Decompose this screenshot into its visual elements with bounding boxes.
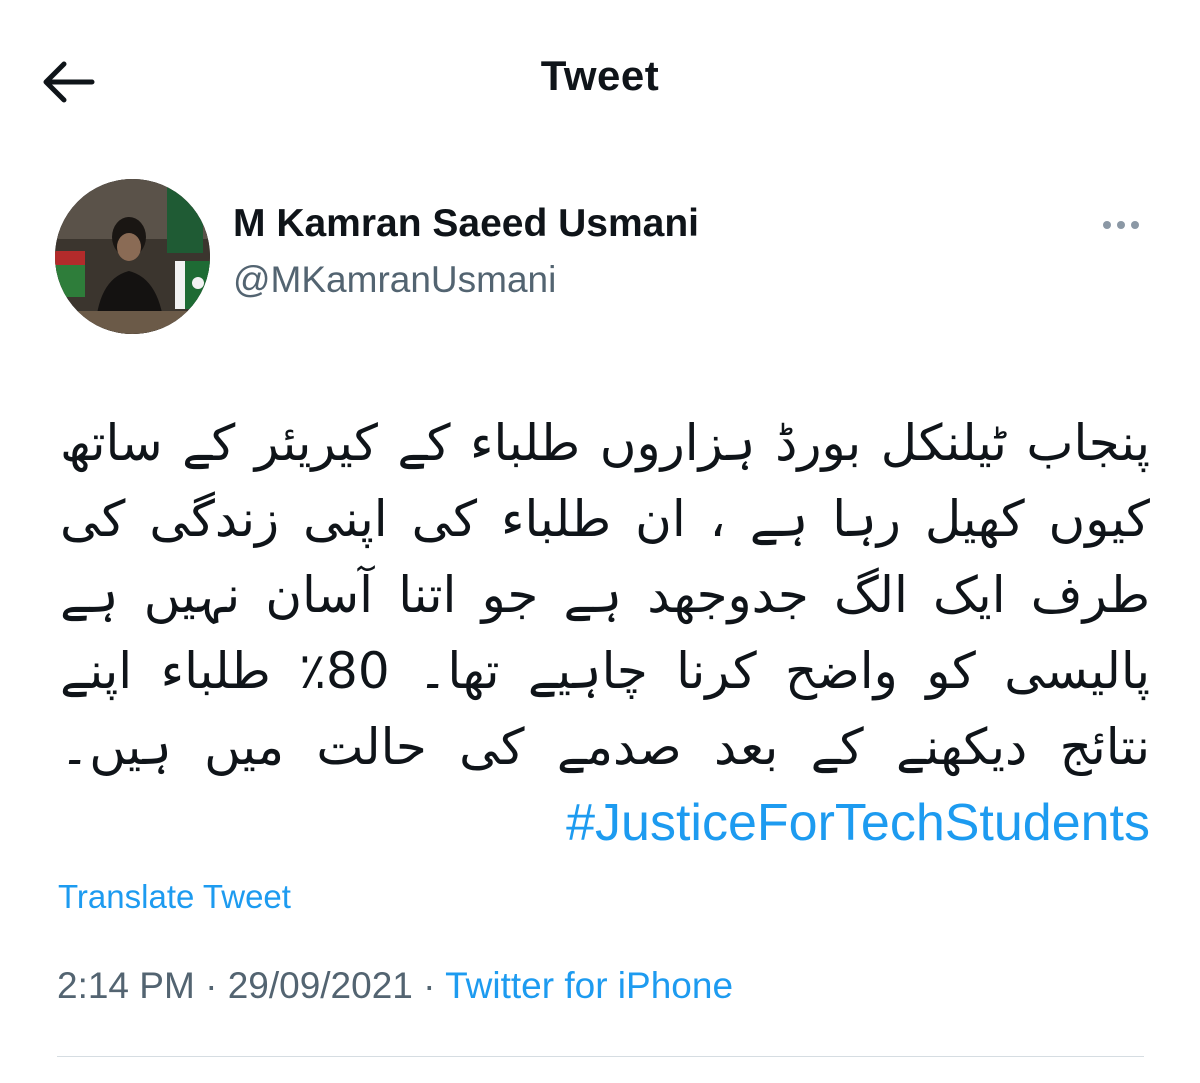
divider — [57, 1056, 1144, 1057]
hashtag-link[interactable]: #JusticeForTechStudents — [566, 794, 1150, 852]
more-dot-icon — [1117, 221, 1125, 229]
tweet-text: پنجاب ٹیلنکل بورڈ ہزاروں طلباء کے کیریئر… — [60, 405, 1150, 861]
translate-tweet-link[interactable]: Translate Tweet — [58, 878, 291, 916]
profile-photo — [55, 179, 210, 334]
author-handle[interactable]: @MKamranUsmani — [233, 259, 556, 301]
tweet-date: 29/09/2021 — [227, 965, 413, 1006]
author-display-name[interactable]: M Kamran Saeed Usmani — [233, 202, 699, 246]
meta-separator: · — [423, 965, 436, 1006]
page-title: Tweet — [540, 52, 660, 99]
tweet-source-link[interactable]: Twitter for iPhone — [445, 965, 733, 1006]
tweet-body-text: پنجاب ٹیلنکل بورڈ ہزاروں طلباء کے کیریئر… — [60, 414, 1150, 776]
more-dot-icon — [1131, 221, 1139, 229]
tweet-time: 2:14 PM — [57, 965, 195, 1006]
more-dot-icon — [1103, 221, 1111, 229]
meta-separator: · — [205, 965, 218, 1006]
more-options-button[interactable] — [1094, 210, 1148, 240]
tweet-metadata: 2:14 PM · 29/09/2021 · Twitter for iPhon… — [57, 965, 733, 1007]
avatar[interactable] — [55, 179, 210, 334]
top-nav-bar: Tweet — [0, 0, 1200, 165]
